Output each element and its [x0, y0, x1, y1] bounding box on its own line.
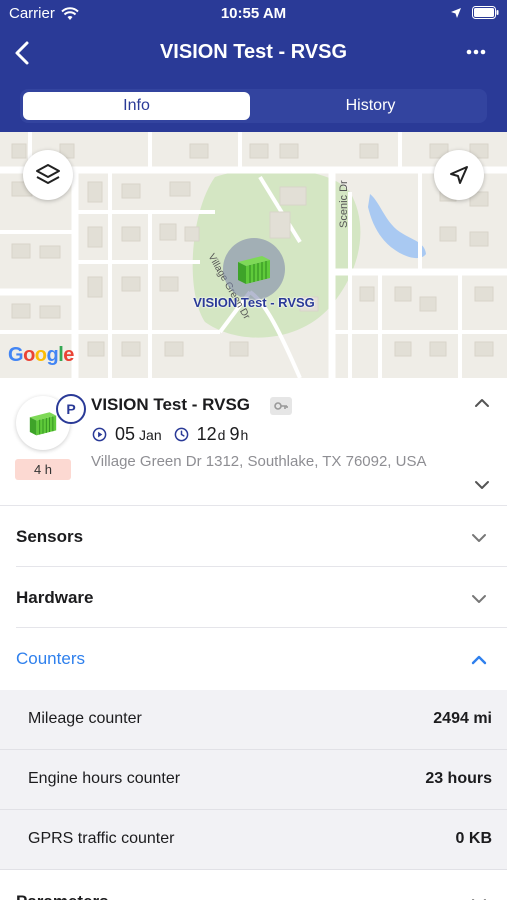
- map-marker-label: VISION Test - RVSG: [193, 295, 315, 310]
- map-view[interactable]: Scenic Dr Village Green Dr VISION Test -…: [0, 132, 507, 378]
- chevron-down-icon: [472, 899, 486, 900]
- page-title: VISION Test - RVSG: [159, 41, 348, 63]
- last-message-age-badge: 4 h: [15, 459, 71, 480]
- battery-icon: [472, 6, 499, 19]
- container-icon: [238, 256, 270, 284]
- chevron-down-icon: [472, 595, 486, 603]
- chevron-down-icon: [472, 534, 486, 542]
- key-icon: [270, 397, 292, 415]
- status-bar: Carrier 10:55 AM: [0, 0, 507, 28]
- last-date-day: 05: [115, 424, 136, 444]
- unit-address: Village Green Dr 1312, Southlake, TX 760…: [91, 453, 427, 470]
- section-title: Hardware: [16, 588, 94, 607]
- collapse-card-button[interactable]: [473, 394, 491, 412]
- chevron-down-icon: [475, 481, 489, 489]
- counter-row-engine-hours: Engine hours counter 23 hours: [0, 750, 507, 810]
- counter-label: GPRS traffic counter: [28, 830, 175, 847]
- counter-row-gprs: GPRS traffic counter 0 KB: [0, 810, 507, 870]
- chevron-left-icon: [15, 41, 29, 65]
- layers-icon: [36, 164, 60, 184]
- duration-hours: 9: [229, 424, 240, 444]
- counter-label: Engine hours counter: [28, 770, 181, 787]
- counter-row-mileage: Mileage counter 2494 mi: [0, 690, 507, 750]
- expand-address-button[interactable]: [473, 476, 491, 494]
- unit-info-card: P 4 h VISION Test - RVSG 05 Jan 12 d 9 h…: [0, 378, 507, 506]
- street-label-scenic: Scenic Dr: [338, 180, 350, 228]
- counter-label: Mileage counter: [28, 710, 142, 727]
- chevron-up-icon: [471, 655, 487, 665]
- counter-value: 2494 mi: [433, 710, 492, 727]
- segmented-control: Info History: [20, 89, 487, 123]
- clock-icon: [174, 427, 188, 442]
- section-sensors[interactable]: Sensors: [16, 507, 507, 567]
- nav-bar: VISION Test - RVSG: [0, 28, 507, 80]
- counter-value: 23 hours: [425, 770, 492, 787]
- map-locate-button[interactable]: [434, 150, 484, 200]
- tab-info[interactable]: Info: [23, 92, 250, 120]
- duration-hours-unit: h: [240, 427, 249, 443]
- last-date-month: Jan: [139, 427, 162, 443]
- section-parameters[interactable]: Parameters: [16, 872, 507, 900]
- section-hardware[interactable]: Hardware: [16, 568, 507, 628]
- parked-status-badge: P: [56, 394, 86, 424]
- location-arrow-icon: [451, 7, 461, 18]
- counter-value: 0 KB: [455, 830, 492, 847]
- counters-list: Mileage counter 2494 mi Engine hours cou…: [0, 690, 507, 870]
- container-icon: [29, 412, 57, 436]
- tab-history[interactable]: History: [257, 92, 484, 120]
- chevron-up-icon: [475, 399, 489, 407]
- status-right: [450, 6, 499, 19]
- duration-days-unit: d: [217, 427, 226, 443]
- section-counters[interactable]: Counters: [16, 629, 507, 689]
- section-title: Counters: [16, 649, 85, 668]
- app-header: Carrier 10:55 AM VISION Test - RVSG Info…: [0, 0, 507, 132]
- play-circle-icon: [92, 427, 107, 442]
- ellipsis-icon: [466, 49, 486, 55]
- google-attribution: Google: [8, 344, 74, 366]
- status-time: 10:55 AM: [220, 5, 287, 22]
- section-title: Sensors: [16, 527, 84, 546]
- duration-days: 12: [196, 424, 217, 444]
- navigation-arrow-icon: [450, 166, 468, 184]
- unit-map-marker[interactable]: [223, 238, 285, 300]
- map-layers-button[interactable]: [23, 150, 73, 200]
- more-button[interactable]: [463, 42, 489, 62]
- back-button[interactable]: [10, 38, 36, 68]
- unit-time-row: 05 Jan 12 d 9 h: [92, 424, 248, 445]
- section-title: Parameters: [16, 892, 109, 900]
- unit-name: VISION Test - RVSG: [91, 395, 251, 414]
